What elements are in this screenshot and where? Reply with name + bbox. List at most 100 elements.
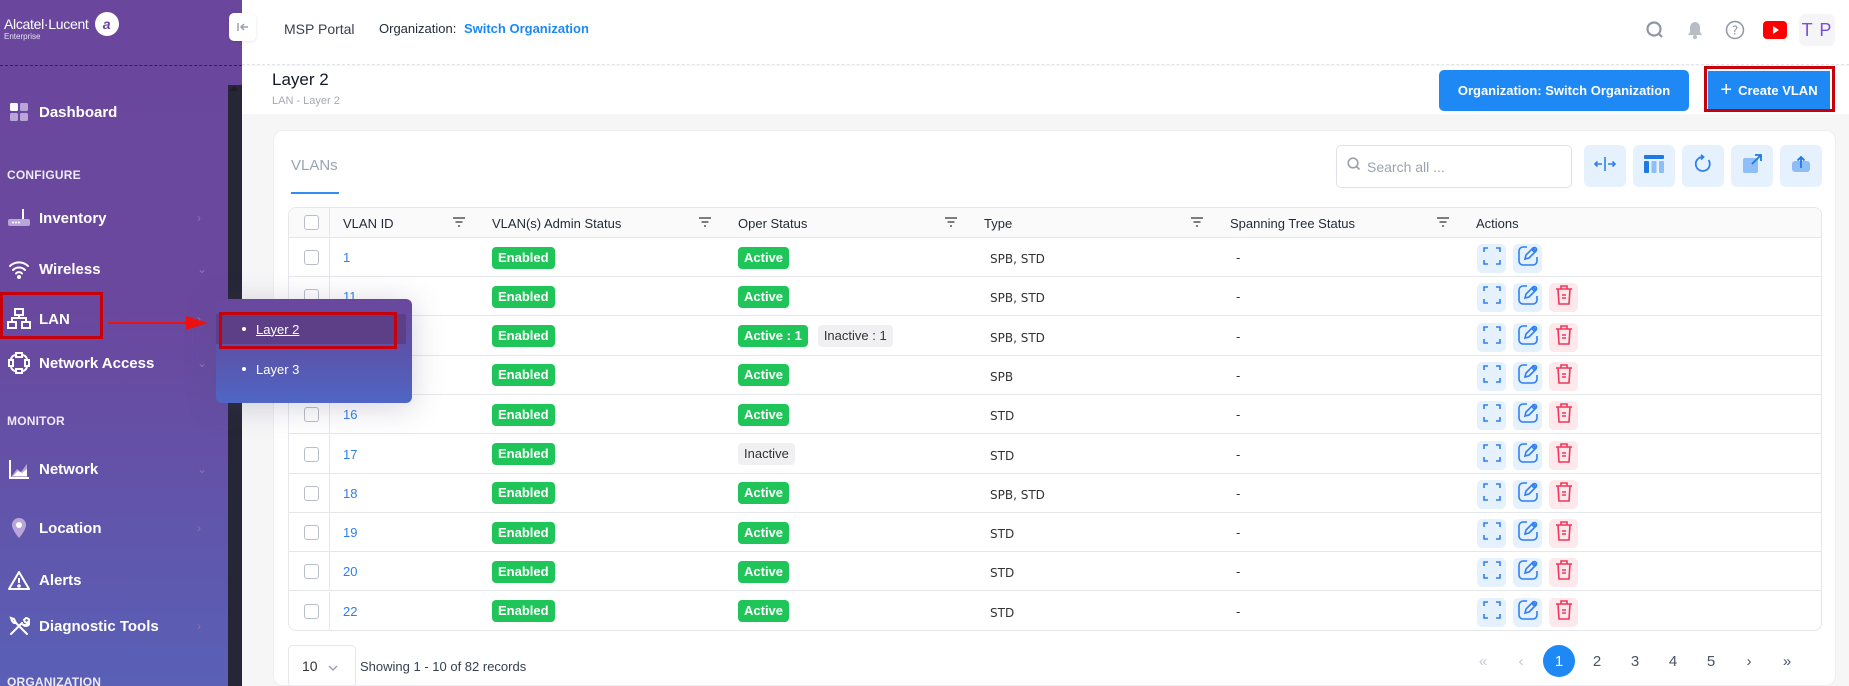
next-page-button[interactable]: › (1730, 645, 1768, 677)
switch-organization-link[interactable]: Switch Organization (464, 21, 589, 36)
switch-organization-button[interactable]: Organization: Switch Organization (1439, 70, 1689, 111)
column-header-vlan-id[interactable]: VLAN ID (343, 208, 394, 238)
edit-button[interactable] (1513, 283, 1542, 313)
column-header-spanning-tree[interactable]: Spanning Tree Status (1230, 208, 1355, 238)
page-button-3[interactable]: 3 (1616, 645, 1654, 677)
delete-button[interactable] (1549, 440, 1578, 470)
youtube-icon[interactable] (1755, 14, 1795, 46)
view-button[interactable] (1477, 440, 1506, 470)
edit-button[interactable] (1513, 479, 1542, 509)
upload-button[interactable] (1780, 145, 1822, 187)
row-checkbox[interactable] (304, 564, 319, 580)
column-layout-button[interactable] (1633, 145, 1675, 187)
edit-button[interactable] (1513, 519, 1542, 549)
select-all-checkbox[interactable] (304, 215, 319, 230)
page-button-2[interactable]: 2 (1578, 645, 1616, 677)
filter-icon[interactable] (1436, 216, 1450, 228)
page-button-1[interactable]: 1 (1540, 645, 1578, 677)
column-header-oper-status[interactable]: Oper Status (738, 208, 807, 238)
admin-status-cell: Enabled (492, 474, 555, 513)
sidebar-item-wireless[interactable]: Wireless ⌄ (7, 254, 207, 284)
edit-button[interactable] (1513, 440, 1542, 470)
vlan-id-link[interactable]: 1 (343, 238, 350, 277)
edit-button[interactable] (1513, 597, 1542, 627)
search-icon[interactable] (1635, 14, 1675, 46)
sidebar-item-inventory[interactable]: Inventory › (7, 203, 207, 233)
view-button[interactable] (1477, 244, 1506, 273)
edit-button[interactable] (1513, 361, 1542, 391)
search-box[interactable] (1336, 145, 1572, 188)
sidebar-collapse-button[interactable] (229, 13, 256, 41)
first-page-button[interactable]: « (1464, 645, 1502, 677)
admin-status-cell: Enabled (492, 395, 555, 434)
bell-icon[interactable] (1675, 14, 1715, 46)
filter-icon[interactable] (944, 216, 958, 228)
view-button[interactable] (1477, 322, 1506, 352)
msp-portal-link[interactable]: MSP Portal (284, 21, 355, 37)
page-title: Layer 2 (272, 70, 329, 89)
column-header-type[interactable]: Type (984, 208, 1012, 238)
sidebar-item-dashboard[interactable]: Dashboard (7, 97, 207, 127)
annotation-arrow-line (108, 322, 190, 324)
refresh-button[interactable] (1682, 145, 1724, 187)
sidebar-item-alerts[interactable]: Alerts (7, 565, 207, 595)
help-icon[interactable]: ? (1715, 14, 1755, 46)
vlan-id-link[interactable]: 20 (343, 552, 357, 591)
open-external-button[interactable] (1731, 145, 1773, 187)
column-header-admin-status[interactable]: VLAN(s) Admin Status (492, 208, 621, 238)
delete-button[interactable] (1549, 283, 1578, 313)
vlan-id-link[interactable]: 22 (343, 592, 357, 630)
user-avatar[interactable]: T P (1799, 14, 1835, 46)
vlan-id-link[interactable]: 18 (343, 474, 357, 513)
edit-button[interactable] (1513, 322, 1542, 352)
search-input[interactable] (1367, 158, 1547, 175)
filter-icon[interactable] (452, 216, 466, 228)
last-page-button[interactable]: » (1768, 645, 1806, 677)
sidebar-item-diagnostic-tools[interactable]: Diagnostic Tools › (7, 611, 207, 641)
delete-button[interactable] (1549, 322, 1578, 352)
delete-button[interactable] (1549, 558, 1578, 588)
scroll-up-arrow-icon[interactable] (230, 86, 238, 91)
view-button[interactable] (1477, 479, 1506, 509)
vlan-id-link[interactable]: 17 (343, 435, 357, 474)
submenu-item-layer-3[interactable]: Layer 3 (216, 354, 406, 384)
vlan-id-link[interactable]: 19 (343, 513, 357, 552)
delete-button[interactable] (1549, 597, 1578, 627)
tab-vlans[interactable]: VLANs (291, 157, 338, 174)
view-button[interactable] (1477, 283, 1506, 313)
row-checkbox[interactable] (304, 603, 319, 619)
page-scrollbar-track[interactable] (1836, 114, 1849, 686)
row-checkbox[interactable] (304, 485, 319, 501)
view-button[interactable] (1477, 401, 1506, 431)
row-checkbox[interactable] (304, 250, 319, 265)
spanning-tree-cell: - (1236, 603, 1241, 619)
type-cell: SPB, STD (990, 487, 1045, 502)
prev-page-button[interactable]: ‹ (1502, 645, 1540, 677)
row-checkbox[interactable] (304, 407, 319, 423)
page-button-5[interactable]: 5 (1692, 645, 1730, 677)
filter-icon[interactable] (698, 216, 712, 228)
view-button[interactable] (1477, 597, 1506, 627)
sidebar-item-network[interactable]: Network ⌄ (7, 454, 207, 484)
sidebar-item-network-access[interactable]: Network Access ⌄ (7, 348, 207, 378)
row-checkbox[interactable] (304, 446, 319, 462)
view-button[interactable] (1477, 558, 1506, 588)
view-button[interactable] (1477, 361, 1506, 391)
brand-name: Alcatel·Lucent (4, 16, 89, 32)
delete-button[interactable] (1549, 479, 1578, 509)
page-size-value: 10 (302, 658, 318, 674)
page-size-select[interactable]: 10 (288, 645, 356, 686)
delete-button[interactable] (1549, 519, 1578, 549)
delete-button[interactable] (1549, 401, 1578, 431)
delete-button[interactable] (1549, 361, 1578, 391)
edit-button[interactable] (1513, 244, 1542, 273)
type-cell: STD (990, 566, 1015, 581)
page-button-4[interactable]: 4 (1654, 645, 1692, 677)
column-resize-button[interactable] (1584, 145, 1626, 187)
row-checkbox[interactable] (304, 525, 319, 541)
sidebar-item-location[interactable]: Location › (7, 513, 207, 543)
view-button[interactable] (1477, 519, 1506, 549)
edit-button[interactable] (1513, 558, 1542, 588)
filter-icon[interactable] (1190, 216, 1204, 228)
edit-button[interactable] (1513, 401, 1542, 431)
